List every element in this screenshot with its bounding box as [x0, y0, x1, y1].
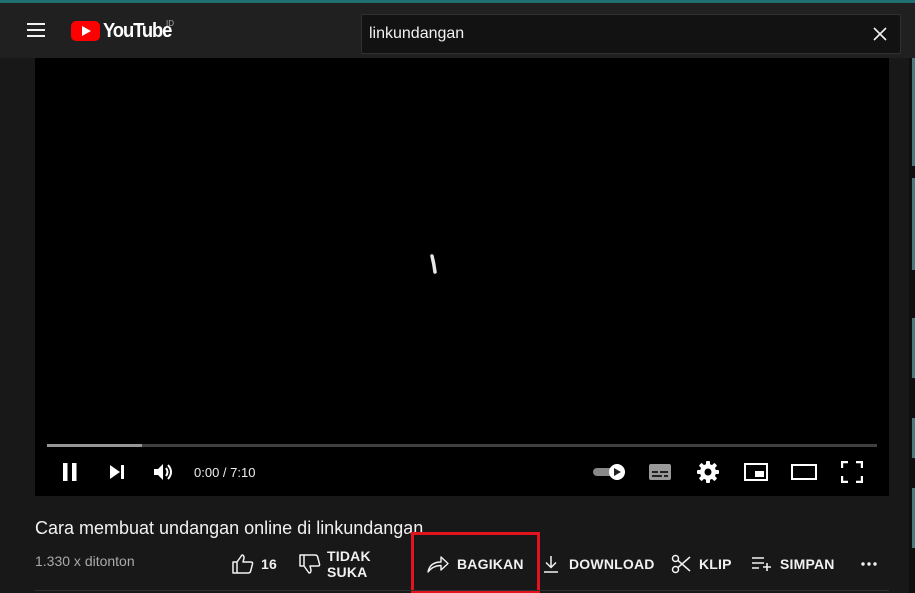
progress-bar[interactable]: [47, 444, 877, 447]
subtitles-icon: [649, 464, 671, 480]
like-count: 16: [261, 556, 277, 572]
skip-next-icon: [110, 465, 124, 479]
next-button[interactable]: [103, 458, 131, 486]
region-code: ID: [166, 19, 174, 28]
more-horizontal-icon: [861, 562, 877, 566]
player-controls: 0:00 / 7:10: [35, 454, 889, 490]
buffered-progress: [47, 444, 143, 447]
search-box: [361, 14, 901, 54]
time-display: 0:00 / 7:10: [194, 465, 256, 480]
settings-button[interactable]: [694, 458, 722, 486]
theater-mode-button[interactable]: [790, 458, 818, 486]
dislike-button[interactable]: TIDAK SUKA: [299, 542, 371, 586]
dislike-label: TIDAK SUKA: [327, 548, 371, 580]
gear-icon: [697, 461, 719, 483]
download-button[interactable]: DOWNLOAD: [543, 542, 655, 586]
autoplay-toggle[interactable]: [592, 458, 628, 486]
video-title: Cara membuat undangan online di linkunda…: [35, 518, 424, 538]
volume-icon: [154, 464, 172, 480]
subtitles-button[interactable]: [646, 458, 674, 486]
pause-icon: [63, 463, 77, 481]
scissors-icon: [671, 554, 691, 574]
fullscreen-icon: [841, 461, 863, 483]
masthead: YouTube ID: [0, 0, 915, 58]
clip-button[interactable]: KLIP: [671, 542, 732, 586]
save-button[interactable]: SIMPAN: [751, 542, 835, 586]
dislike-label-line2: SUKA: [327, 564, 368, 580]
loading-spinner-icon: [430, 254, 437, 274]
pause-button[interactable]: [56, 458, 84, 486]
playlist-add-icon: [752, 557, 771, 571]
scrollbar[interactable]: [909, 58, 915, 593]
autoplay-icon: [593, 464, 625, 480]
clip-label: KLIP: [699, 556, 732, 572]
miniplayer-button[interactable]: [742, 458, 770, 486]
video-player[interactable]: 0:00 / 7:10: [35, 58, 889, 496]
youtube-logo[interactable]: YouTube: [71, 19, 177, 43]
logo-text: YouTube: [103, 19, 172, 42]
miniplayer-icon: [744, 463, 768, 481]
like-button[interactable]: 16: [232, 542, 277, 586]
thumbs-up-icon: [232, 554, 254, 574]
mute-button[interactable]: [150, 458, 178, 486]
theater-icon: [791, 464, 817, 480]
menu-icon[interactable]: [27, 23, 45, 37]
thumbs-down-icon: [299, 554, 321, 574]
divider: [35, 590, 889, 591]
search-input[interactable]: [362, 15, 900, 53]
download-icon: [544, 556, 558, 573]
youtube-play-icon: [71, 21, 100, 41]
close-icon[interactable]: [872, 26, 888, 42]
fullscreen-button[interactable]: [838, 458, 866, 486]
highlight-annotation: [411, 532, 540, 593]
save-label: SIMPAN: [780, 556, 835, 572]
dislike-label-line1: TIDAK: [327, 548, 371, 564]
download-label: DOWNLOAD: [569, 556, 655, 572]
more-actions-button[interactable]: [860, 542, 878, 586]
